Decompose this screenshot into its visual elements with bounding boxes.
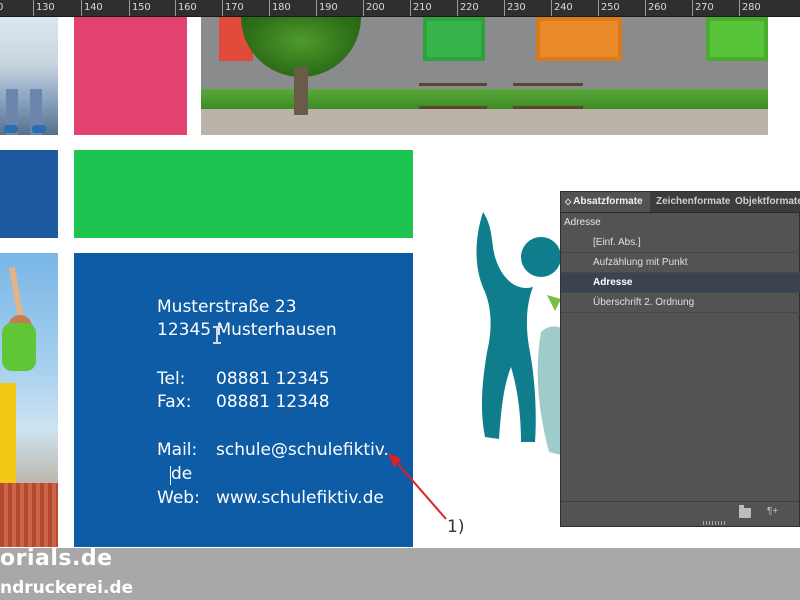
blue-color-block[interactable] bbox=[0, 150, 58, 238]
address-city[interactable]: 12345 Musterhausen bbox=[157, 320, 337, 340]
address-text-frame[interactable]: Musterstraße 23 12345 Musterhausen Tel: … bbox=[74, 253, 413, 547]
style-item-aufzaehlung[interactable]: Aufzählung mit Punkt bbox=[561, 253, 800, 273]
style-item-einf-abs[interactable]: [Einf. Abs.] bbox=[561, 233, 800, 253]
web-label: Web: bbox=[157, 488, 200, 508]
fax-label: Fax: bbox=[157, 392, 192, 412]
green-color-block[interactable] bbox=[74, 150, 413, 238]
watermark-bar: orials.de ndruckerei.de bbox=[0, 548, 800, 600]
mail-wrapped-line[interactable]: de bbox=[171, 464, 192, 484]
school-logo-figures bbox=[476, 212, 574, 457]
mail-label: Mail: bbox=[157, 440, 198, 460]
tab-objektformate[interactable]: Objektformate bbox=[731, 192, 800, 212]
tab-absatzformate[interactable]: ◇ Absatzformate bbox=[561, 192, 650, 212]
ibeam-cursor-icon bbox=[213, 326, 221, 344]
fax-value[interactable]: 08881 12348 bbox=[216, 392, 330, 412]
horizontal-ruler[interactable]: 0 130 140 150 160 170 180 190 200 210 22… bbox=[0, 0, 800, 17]
tel-label: Tel: bbox=[157, 369, 186, 389]
address-street[interactable]: Musterstraße 23 bbox=[157, 297, 297, 317]
style-item-ueberschrift-2[interactable]: Überschrift 2. Ordnung bbox=[561, 293, 800, 313]
current-style-label: Adresse bbox=[564, 217, 601, 228]
paragraph-styles-panel[interactable]: ◇ Absatzformate Zeichenformate Objektform… bbox=[560, 191, 800, 527]
mail-value[interactable]: schule@schulefiktiv. bbox=[216, 440, 389, 460]
photo-school-building[interactable] bbox=[201, 17, 768, 135]
tel-value[interactable]: 08881 12345 bbox=[216, 369, 330, 389]
annotation-label: 1) bbox=[447, 517, 465, 537]
panel-tab-bar: ◇ Absatzformate Zeichenformate Objektform… bbox=[561, 192, 800, 213]
watermark-line-1: orials.de bbox=[0, 548, 113, 571]
tab-zeichenformate[interactable]: Zeichenformate bbox=[652, 192, 730, 212]
text-insertion-caret bbox=[170, 466, 171, 485]
style-item-adresse[interactable]: Adresse bbox=[561, 273, 800, 293]
photo-children-sitting[interactable] bbox=[0, 17, 58, 135]
collapse-chevron-icon[interactable]: ◇ bbox=[565, 197, 571, 206]
pink-color-block[interactable] bbox=[74, 17, 187, 135]
watermark-line-2: ndruckerei.de bbox=[0, 578, 134, 598]
style-list: [Einf. Abs.] Aufzählung mit Punkt Adress… bbox=[561, 233, 800, 313]
panel-bottom-bar: ¶+ bbox=[561, 501, 800, 526]
resize-grip-icon[interactable] bbox=[703, 521, 725, 525]
paragraph-icon[interactable]: ¶+ bbox=[767, 506, 778, 517]
photo-girl-jumping[interactable] bbox=[0, 253, 58, 547]
folder-icon[interactable] bbox=[739, 505, 751, 518]
web-value[interactable]: www.schulefiktiv.de bbox=[216, 488, 384, 508]
